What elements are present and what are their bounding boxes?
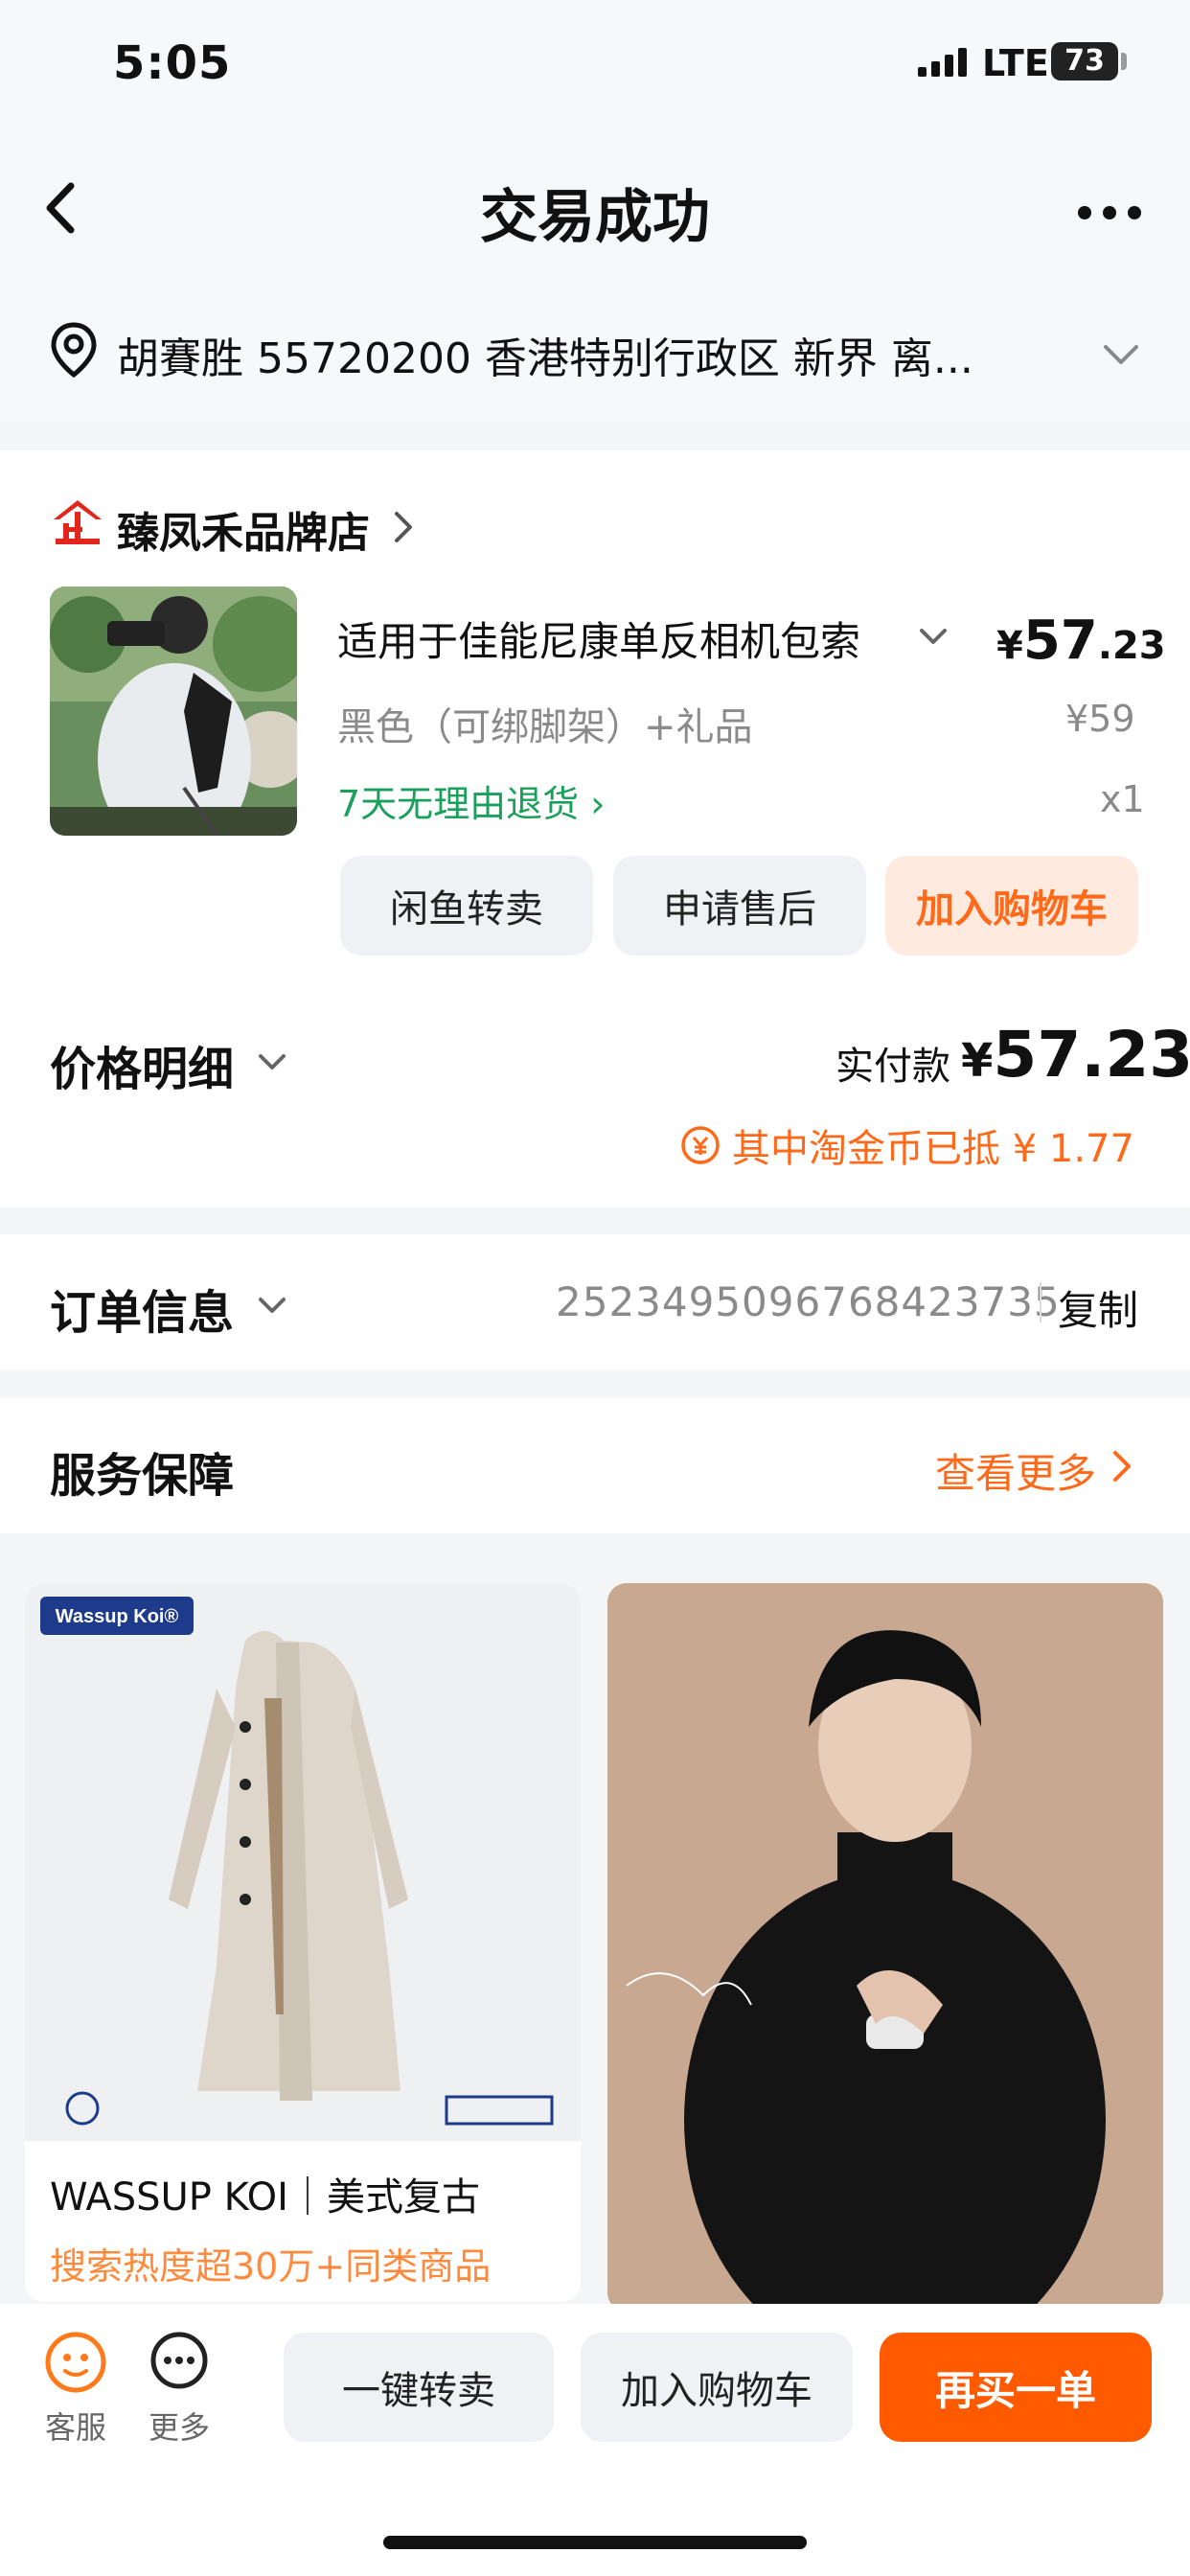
status-time: 5:05 bbox=[113, 36, 232, 90]
order-info-toggle[interactable]: 订单信息 bbox=[50, 1275, 234, 1342]
recommendation-title[interactable]: WASSUP KOI｜美式复古 bbox=[50, 2166, 480, 2221]
service-guarantee-title: 服务保障 bbox=[50, 1449, 235, 1503]
resell-button[interactable]: 闲鱼转卖 bbox=[340, 856, 593, 955]
return-policy-link[interactable]: 7天无理由退货 › bbox=[337, 774, 605, 827]
network-type: LTE bbox=[982, 42, 1049, 84]
coin-discount-note: 其中淘金币已抵 ¥ 1.77 bbox=[680, 1117, 1134, 1173]
product-image[interactable] bbox=[50, 586, 297, 836]
add-to-cart-bottom-button[interactable]: 加入购物车 bbox=[581, 2333, 853, 2442]
divider bbox=[1040, 1282, 1041, 1322]
home-indicator[interactable] bbox=[383, 2536, 807, 2549]
store-name[interactable]: 臻凤禾品牌店 bbox=[117, 498, 370, 560]
shipping-address[interactable]: 胡賽胜 55720200 香港特别行政区 新界 离... bbox=[117, 324, 1075, 385]
paid-amount-label: 实付款 bbox=[835, 1045, 950, 1089]
product-price: ¥57.23 bbox=[996, 610, 1166, 672]
recommendation-subtitle: 搜索热度超30万+同类商品 bbox=[50, 2245, 492, 2288]
more-label[interactable]: 更多 bbox=[148, 2404, 211, 2448]
chevron-right-icon[interactable] bbox=[1111, 1449, 1133, 1487]
location-pin-icon bbox=[48, 321, 100, 382]
chevron-down-icon[interactable] bbox=[918, 627, 949, 650]
customer-service-label[interactable]: 客服 bbox=[44, 2404, 107, 2448]
coin-icon bbox=[681, 1126, 720, 1164]
recommendation-image[interactable] bbox=[607, 1583, 1163, 2312]
buy-again-button[interactable]: 再买一单 bbox=[880, 2333, 1152, 2442]
view-more-link[interactable]: 查看更多 bbox=[935, 1441, 1096, 1500]
battery-tip bbox=[1121, 53, 1127, 70]
chevron-down-icon[interactable] bbox=[257, 1296, 287, 1319]
signal-icon bbox=[918, 48, 972, 80]
product-variant: 黑色（可绑脚架）+礼品 bbox=[337, 705, 753, 749]
page-title: 交易成功 bbox=[480, 184, 710, 251]
product-title[interactable]: 适用于佳能尼康单反相机包索 bbox=[337, 610, 912, 668]
add-to-cart-button[interactable]: 加入购物车 bbox=[885, 856, 1138, 955]
quick-resell-button[interactable]: 一键转卖 bbox=[284, 2333, 554, 2442]
battery-icon: 73 bbox=[1051, 42, 1118, 80]
price-detail-toggle[interactable]: 价格明细 bbox=[50, 1031, 234, 1098]
after-sale-button[interactable]: 申请售后 bbox=[613, 856, 866, 955]
svg-text:Wassup Koi®: Wassup Koi® bbox=[56, 1606, 179, 1627]
store-logo-icon bbox=[50, 498, 105, 550]
chevron-right-icon[interactable] bbox=[393, 510, 414, 548]
chevron-down-icon[interactable] bbox=[1102, 343, 1140, 370]
order-number: 2523495096768423735 bbox=[556, 1278, 1061, 1325]
paid-amount: ¥57.23 bbox=[961, 1018, 1190, 1092]
more-options-icon[interactable] bbox=[1075, 203, 1144, 226]
more-icon[interactable] bbox=[149, 2331, 209, 2394]
copy-button[interactable]: 复制 bbox=[1058, 1278, 1138, 1337]
customer-service-icon[interactable] bbox=[44, 2331, 107, 2398]
original-price: ¥59 bbox=[1065, 698, 1135, 740]
recommendation-image[interactable]: Wassup Koi® bbox=[25, 1583, 581, 2141]
chevron-down-icon[interactable] bbox=[257, 1052, 287, 1075]
product-quantity: x1 bbox=[1100, 778, 1145, 820]
